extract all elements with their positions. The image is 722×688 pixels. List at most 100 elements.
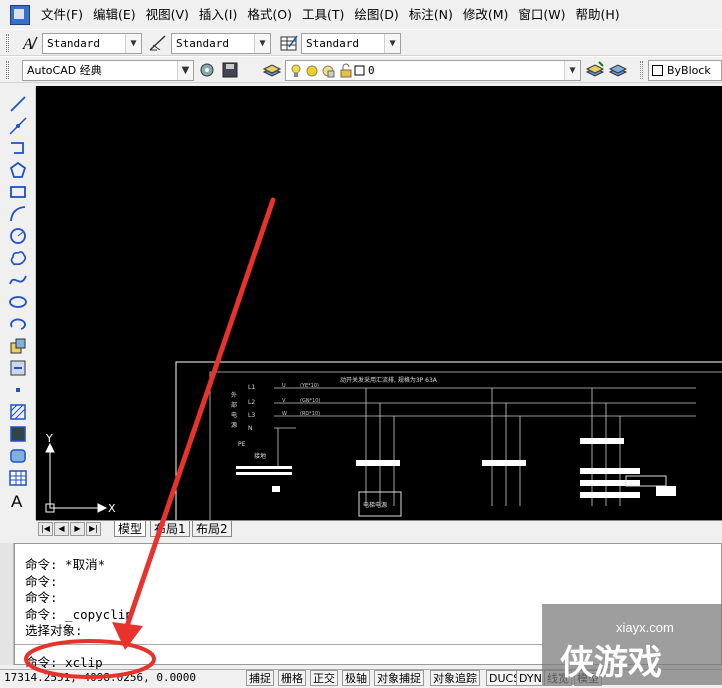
menu-modify[interactable]: 修改(M) [458, 4, 514, 26]
chevron-down-icon: ▼ [384, 34, 400, 53]
workspace-value: AutoCAD 经典 [27, 64, 102, 77]
point-icon[interactable] [8, 380, 28, 400]
rectangle-icon[interactable] [8, 182, 28, 202]
menu-tools[interactable]: 工具(T) [297, 4, 349, 26]
sun-icon[interactable] [304, 63, 320, 79]
ellipse-arc-icon[interactable] [8, 314, 28, 334]
component-fill [656, 486, 676, 496]
table-style-select[interactable]: Standard ▼ [301, 33, 401, 54]
dimension-style-value: Standard [176, 37, 229, 50]
make-current-layer-icon[interactable] [585, 60, 605, 80]
last-tab-icon[interactable]: ▶| [86, 522, 101, 536]
toolbar-grip[interactable] [6, 61, 9, 79]
chevron-down-icon: ▼ [125, 34, 141, 53]
save-workspace-icon[interactable] [220, 60, 240, 80]
drawing-frame [175, 361, 722, 520]
side-label-4: 源 [231, 421, 237, 429]
bus-lines [274, 387, 696, 429]
layer-select[interactable]: 0 ▼ [285, 60, 581, 81]
ground-label: 接地 [254, 452, 266, 460]
dimension-style-icon[interactable] [148, 33, 168, 53]
menu-edit[interactable]: 编辑(E) [88, 4, 141, 26]
tab-layout1[interactable]: 布局1 [150, 521, 190, 537]
arc-icon[interactable] [8, 204, 28, 224]
feeder-drops [277, 388, 621, 506]
circle-icon[interactable] [8, 226, 28, 246]
lightbulb-icon[interactable] [288, 63, 304, 79]
multiline-text-icon[interactable]: A [8, 490, 28, 510]
drawing-inner-frame [209, 371, 722, 520]
gradient-icon[interactable] [8, 424, 28, 444]
osnap-toggle[interactable]: 对象捕捉 [374, 670, 424, 686]
grid-toggle[interactable]: 栅格 [278, 670, 306, 686]
line-icon[interactable] [8, 94, 28, 114]
tab-model[interactable]: 模型 [114, 521, 147, 537]
watermark-brand: 侠游戏 [560, 643, 662, 683]
menu-help[interactable]: 帮助(H) [571, 4, 625, 26]
dyn-toggle[interactable]: DYN [516, 670, 545, 686]
watermark-site: xiayx.com [616, 620, 674, 635]
revision-cloud-icon[interactable] [8, 248, 28, 268]
cable-label-v: V [282, 398, 286, 404]
hatch-icon[interactable] [8, 402, 28, 422]
ground-bar [236, 472, 292, 475]
ground-bar [236, 466, 292, 469]
color-value: ByBlock [667, 64, 711, 77]
menu-view[interactable]: 视图(V) [141, 4, 194, 26]
snap-toggle[interactable]: 捕捉 [246, 670, 274, 686]
menu-window[interactable]: 窗口(W) [513, 4, 570, 26]
table-style-value: Standard [306, 37, 359, 50]
menu-file[interactable]: 文件(F) [36, 4, 88, 26]
text-style-value: Standard [47, 37, 100, 50]
menu-format[interactable]: 格式(O) [242, 4, 297, 26]
ellipse-icon[interactable] [8, 292, 28, 312]
layer-value: 0 [368, 64, 375, 77]
app-icon[interactable] [10, 5, 30, 25]
menu-draw[interactable]: 绘图(D) [349, 4, 403, 26]
side-label-2: 部 [231, 401, 237, 409]
menu-bar: 文件(F) 编辑(E) 视图(V) 插入(I) 格式(O) 工具(T) 绘图(D… [0, 0, 722, 30]
spline-icon[interactable] [8, 270, 28, 290]
coordinate-readout: 17314.2551, 4098.0256, 0.0000 [4, 671, 197, 684]
tab-layout2[interactable]: 布局2 [192, 521, 232, 537]
construction-line-icon[interactable] [8, 116, 28, 136]
phase-label-l1: L1 [248, 384, 255, 391]
workspace-settings-icon[interactable] [197, 60, 217, 80]
ucs-icon [45, 442, 108, 513]
polar-toggle[interactable]: 极轴 [342, 670, 370, 686]
layer-color-swatch [354, 65, 365, 76]
make-block-icon[interactable] [8, 358, 28, 378]
prev-tab-icon[interactable]: ◀ [54, 522, 69, 536]
first-tab-icon[interactable]: |◀ [38, 522, 53, 536]
lock-icon[interactable] [338, 63, 354, 79]
table-icon[interactable] [8, 468, 28, 488]
layer-manager-icon[interactable] [262, 60, 282, 80]
toolbar-grip[interactable] [640, 61, 643, 79]
layer-previous-icon[interactable] [608, 60, 628, 80]
draw-toolbar: A [0, 86, 36, 520]
toolbar-grip[interactable] [6, 34, 9, 52]
menu-insert[interactable]: 插入(I) [194, 4, 242, 26]
drawing-title: 动开关发采用汇流排, 规格为3P 63A [340, 376, 438, 384]
menu-dimension[interactable]: 标注(N) [404, 4, 458, 26]
region-icon[interactable] [8, 446, 28, 466]
polygon-icon[interactable] [8, 160, 28, 180]
command-history-line: 选择对象: [25, 623, 83, 638]
watermark-logo: xiayx.com 侠游戏 [560, 620, 674, 683]
viewport-freeze-icon[interactable] [320, 63, 336, 79]
command-window-grip[interactable] [0, 543, 14, 665]
workspace-select[interactable]: AutoCAD 经典 ▼ [22, 60, 194, 81]
drawing-canvas[interactable]: 动开关发采用汇流排, 规格为3P 63A L1 L2 L3 N PE 外 部 电… [36, 86, 722, 520]
table-style-icon[interactable] [279, 33, 299, 53]
polyline-icon[interactable] [8, 138, 28, 158]
dimension-style-select[interactable]: Standard ▼ [171, 33, 271, 54]
next-tab-icon[interactable]: ▶ [70, 522, 85, 536]
side-label-1: 外 [231, 391, 237, 399]
side-label-3: 电 [231, 411, 237, 419]
otrack-toggle[interactable]: 对象追踪 [430, 670, 480, 686]
ortho-toggle[interactable]: 正交 [310, 670, 338, 686]
color-select[interactable]: ByBlock [648, 60, 722, 81]
insert-block-icon[interactable] [8, 336, 28, 356]
text-style-icon[interactable]: A [20, 33, 40, 53]
text-style-select[interactable]: Standard ▼ [42, 33, 142, 54]
